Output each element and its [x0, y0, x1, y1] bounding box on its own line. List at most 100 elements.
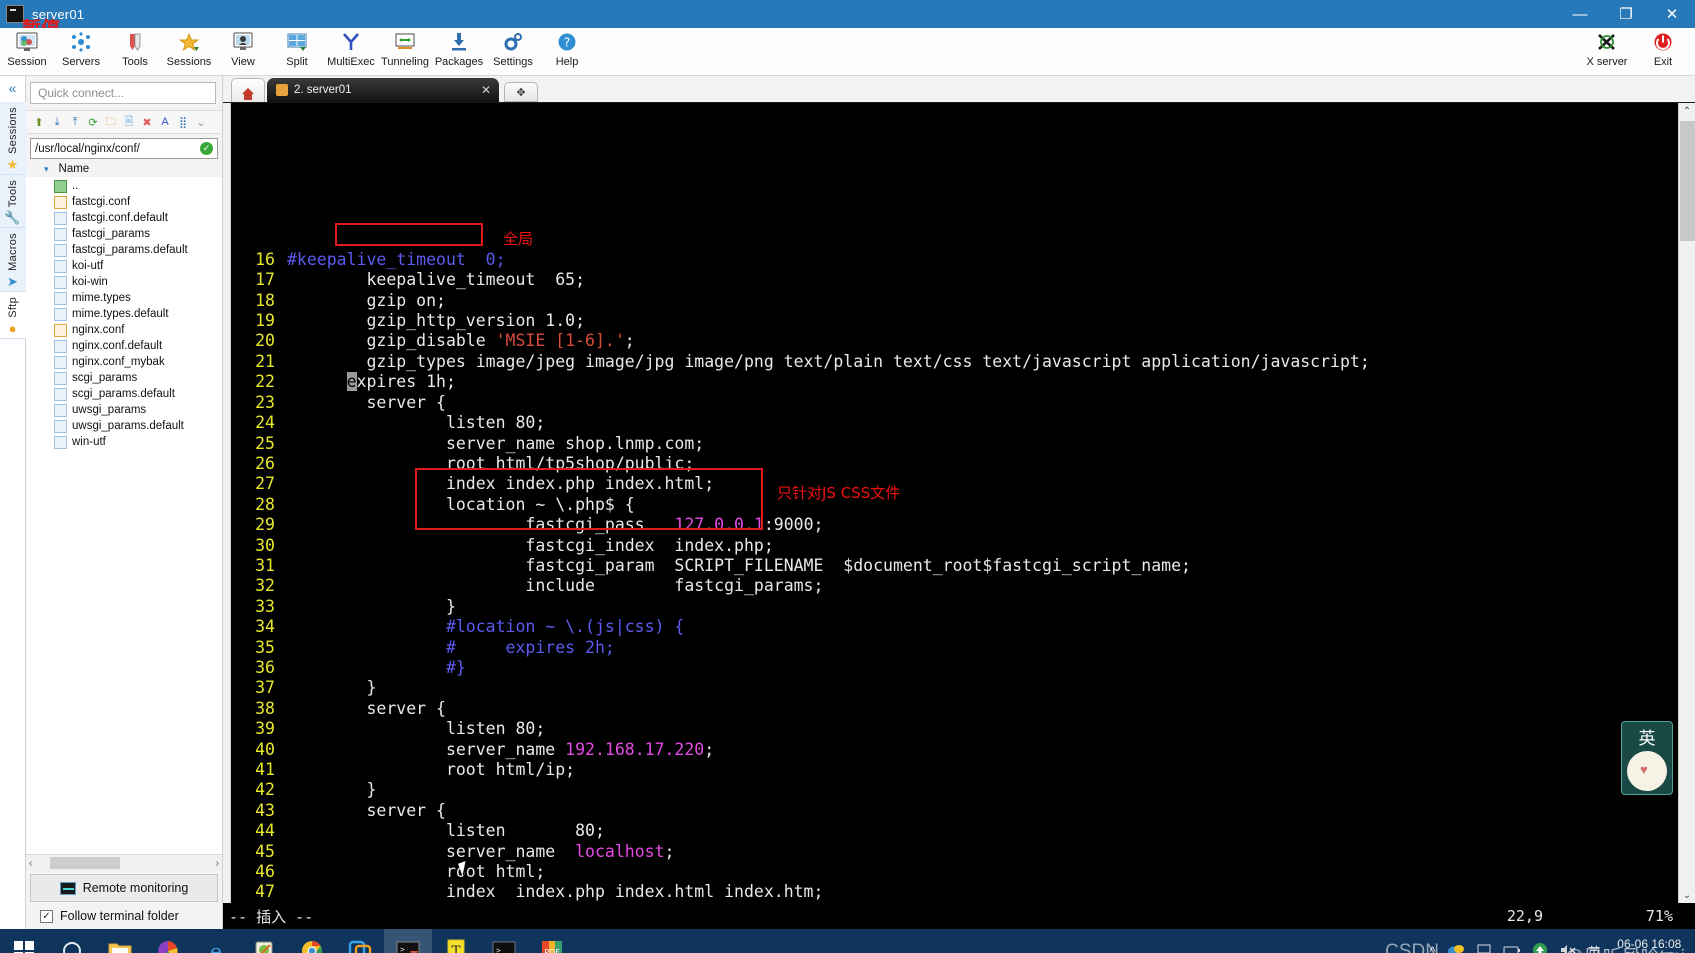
hscroll-right-arrow[interactable]: ›	[216, 858, 219, 869]
new-tab-button[interactable]: ✥	[504, 82, 538, 102]
file-name-label: scgi_params	[72, 372, 138, 384]
edge-browser-button[interactable]: e	[192, 929, 240, 953]
toolbar-help[interactable]: ? Help	[540, 28, 594, 68]
close-button[interactable]: ✕	[1649, 0, 1695, 28]
follow-terminal-folder-row[interactable]: ✓ Follow terminal folder	[26, 905, 222, 929]
media-player-button[interactable]	[144, 929, 192, 953]
terminal-text-segment: server {	[287, 698, 446, 718]
maximize-button[interactable]: ❐	[1603, 0, 1649, 28]
remote-file-list[interactable]: .. fastcgi.conf fastcgi.conf.default fastcg…	[26, 177, 222, 854]
new-folder-icon[interactable]: 🗀	[104, 115, 118, 129]
window-titlebar: server01 暂停 — ❐ ✕	[0, 0, 1695, 40]
new-file-icon[interactable]: 🗎	[122, 115, 136, 129]
parent-folder-icon[interactable]: ⬆	[32, 115, 46, 129]
mobaxterm-terminal-button[interactable]: >_	[384, 929, 432, 953]
ime-floating-widget[interactable]: 英	[1621, 721, 1673, 795]
hscroll-thumb[interactable]	[50, 857, 121, 869]
toolbar-x-server[interactable]: X server	[1579, 28, 1635, 68]
terminal-vscrollbar[interactable]: ⌃ ⌄	[1678, 103, 1695, 903]
file-icon	[54, 387, 67, 401]
follow-terminal-folder-checkbox[interactable]: ✓	[40, 909, 53, 923]
toolbar-settings[interactable]: Settings	[486, 28, 540, 68]
update-icon[interactable]	[1532, 942, 1548, 953]
taskbar-clock[interactable]: 06-06 16:08 五月初四 周四	[1612, 937, 1687, 953]
file-list-item[interactable]: uwsgi_params.default	[26, 418, 222, 434]
hscroll-left-arrow[interactable]: ‹	[29, 858, 32, 869]
toolbar-exit[interactable]: Exit	[1635, 28, 1691, 68]
cmd-console-button[interactable]: >_	[480, 929, 528, 953]
file-list-item[interactable]: koi-win	[26, 274, 222, 290]
file-list-item[interactable]: fastcgi_params	[26, 226, 222, 242]
battery-icon[interactable]	[1503, 944, 1521, 953]
file-list-item[interactable]: uwsgi_params	[26, 402, 222, 418]
volume-muted-icon[interactable]	[1559, 943, 1577, 953]
file-list-item[interactable]: scgi_params.default	[26, 386, 222, 402]
minimize-button[interactable]: —	[1557, 0, 1603, 28]
upload-icon[interactable]: ⤒	[68, 115, 82, 129]
file-list-item[interactable]: win-utf	[26, 434, 222, 450]
close-tab-icon[interactable]: ✕	[481, 83, 491, 97]
toolbar-x-server-label: X server	[1586, 56, 1628, 68]
vscroll-thumb[interactable]	[1679, 121, 1695, 241]
cortana-search-button[interactable]	[48, 929, 96, 953]
toolbar-tunneling[interactable]: Tunneling	[378, 28, 432, 68]
binary-mode-icon[interactable]: ⣿	[176, 115, 190, 129]
quick-connect-input[interactable]: Quick connect...	[30, 82, 216, 104]
refresh-icon[interactable]: ⟳	[86, 115, 100, 129]
file-list-item[interactable]: nginx.conf.default	[26, 338, 222, 354]
toolbar-tools[interactable]: Tools	[108, 28, 162, 68]
terminal-viewport[interactable]: 全局 只针对JS CSS文件 16 #keepalive_timeout 0; 17…	[223, 103, 1695, 903]
file-list-item[interactable]: fastcgi.conf	[26, 194, 222, 210]
rail-tab-tools[interactable]: 🔧 Tools	[0, 175, 26, 229]
tray-ime-label[interactable]: 英	[1588, 942, 1601, 953]
pdf-reader-button[interactable]: PDF	[528, 929, 576, 953]
file-list-item[interactable]: mime.types.default	[26, 306, 222, 322]
text-mode-icon[interactable]: A	[158, 115, 172, 129]
line-number: 38	[255, 698, 275, 718]
bookmark-icon[interactable]: ⌄	[194, 115, 208, 129]
file-list-hscrollbar[interactable]: ‹ ›	[26, 854, 222, 871]
file-column-header[interactable]: ▾ Name	[26, 161, 222, 177]
file-explorer-button[interactable]	[96, 929, 144, 953]
download-icon[interactable]: ⤓	[50, 115, 64, 129]
network-icon[interactable]	[1476, 943, 1492, 953]
cloud-sync-icon[interactable]	[1447, 943, 1465, 953]
remote-path-bar[interactable]: /usr/local/nginx/conf/ ✓	[30, 138, 218, 159]
typora-editor-button[interactable]: T	[432, 929, 480, 953]
toolbar-session[interactable]: Session	[0, 28, 54, 68]
terminal-text-segment: gzip_types image/jpeg image/jpg image/pn…	[287, 351, 1370, 371]
file-list-item[interactable]: fastcgi_params.default	[26, 242, 222, 258]
toolbar-multiexec[interactable]: MultiExec	[324, 28, 378, 68]
toolbar-servers[interactable]: Servers	[54, 28, 108, 68]
vscroll-up-arrow[interactable]: ⌃	[1683, 103, 1691, 119]
chrome-browser-button[interactable]	[288, 929, 336, 953]
line-number: 35	[255, 637, 275, 657]
expires-global-label: 全局	[503, 230, 534, 248]
tunneling-icon	[394, 30, 416, 54]
file-list-item[interactable]: ..	[26, 178, 222, 194]
file-list-item[interactable]: mime.types	[26, 290, 222, 306]
toolbar-packages[interactable]: Packages	[432, 28, 486, 68]
terminal-text[interactable]: 全局 只针对JS CSS文件 16 #keepalive_timeout 0; 17…	[231, 103, 1678, 903]
android-emulator-button[interactable]	[240, 929, 288, 953]
rail-tab-sessions[interactable]: ★ Sessions	[0, 102, 26, 176]
file-list-item[interactable]: koi-utf	[26, 258, 222, 274]
start-button[interactable]	[0, 929, 48, 953]
delete-icon[interactable]: ✖	[140, 115, 154, 129]
rail-tab-sftp[interactable]: ● Sftp	[0, 292, 26, 339]
remote-monitoring-button[interactable]: Remote monitoring	[30, 874, 218, 902]
file-list-item[interactable]: nginx.conf_mybak	[26, 354, 222, 370]
toolbar-split[interactable]: Split	[270, 28, 324, 68]
file-list-item[interactable]: nginx.conf	[26, 322, 222, 338]
file-list-item[interactable]: fastcgi.conf.default	[26, 210, 222, 226]
vmware-workstation-button[interactable]	[336, 929, 384, 953]
terminal-tab-server01[interactable]: 2. server01 ✕	[267, 78, 499, 102]
file-list-item[interactable]: scgi_params	[26, 370, 222, 386]
toolbar-sessions[interactable]: Sessions	[162, 28, 216, 68]
rail-tab-macros[interactable]: ➤ Macros	[0, 228, 26, 293]
home-tab[interactable]	[231, 78, 265, 102]
toolbar-view[interactable]: View	[216, 28, 270, 68]
vscroll-down-arrow[interactable]: ⌄	[1683, 887, 1691, 903]
collapse-sidebar-button[interactable]: «	[9, 80, 17, 96]
